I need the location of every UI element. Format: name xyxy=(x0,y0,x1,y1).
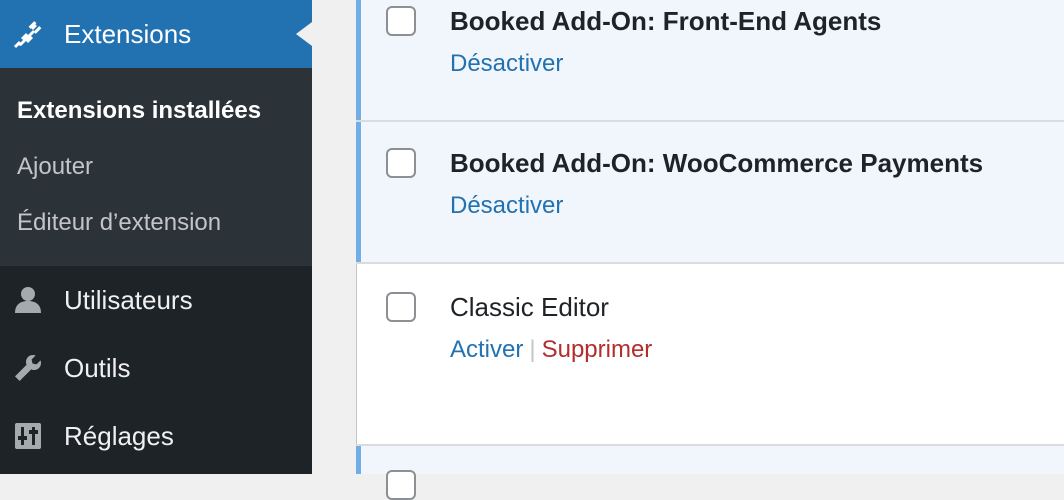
plugin-icon xyxy=(13,21,42,49)
plugin-select-checkbox[interactable] xyxy=(386,470,416,500)
sidebar-item-label: Outils xyxy=(64,353,131,383)
deactivate-link[interactable]: Désactiver xyxy=(450,50,563,77)
plugin-name: Booked Add-On: WooCommerce Payments xyxy=(450,148,984,178)
sidebar-item-tools[interactable]: Outils xyxy=(0,336,312,400)
plugin-actions: Désactiver xyxy=(450,190,563,222)
sidebar-item-label: Réglages xyxy=(64,421,174,451)
plugin-select-checkbox[interactable] xyxy=(386,292,416,322)
plugin-row xyxy=(356,446,1064,500)
sidebar-item-settings[interactable]: Réglages xyxy=(0,404,312,468)
plugin-row: Booked Add-On: WooCommerce Payments Désa… xyxy=(356,122,1064,262)
sidebar-item-label: Extensions xyxy=(64,19,192,49)
plugin-row: Classic Editor Activer | Supprimer xyxy=(356,264,1064,444)
delete-link[interactable]: Supprimer xyxy=(542,336,653,363)
submenu-item-add[interactable]: Ajouter xyxy=(17,151,93,183)
sidebar-item-extensions[interactable]: Extensions xyxy=(0,0,312,68)
activate-link[interactable]: Activer xyxy=(450,336,523,363)
admin-sidebar: Extensions Extensions installées Ajouter… xyxy=(0,0,312,474)
submenu-item-extension-editor[interactable]: Éditeur d’extension xyxy=(17,207,221,239)
current-menu-arrow xyxy=(296,22,312,46)
sidebar-item-users[interactable]: Utilisateurs xyxy=(0,268,312,332)
plugin-select-checkbox[interactable] xyxy=(386,148,416,178)
action-separator: | xyxy=(529,336,536,363)
plugin-row: Booked Add-On: Front-End Agents Désactiv… xyxy=(356,0,1064,120)
sidebar-item-label: Utilisateurs xyxy=(64,285,193,315)
plugin-name: Booked Add-On: Front-End Agents xyxy=(450,6,882,36)
plugin-actions: Activer | Supprimer xyxy=(450,334,652,366)
plugin-actions: Désactiver xyxy=(450,48,563,80)
wrench-icon xyxy=(15,355,41,381)
plugin-select-checkbox[interactable] xyxy=(386,6,416,36)
user-icon xyxy=(15,287,41,313)
extensions-submenu: Extensions installées Ajouter Éditeur d’… xyxy=(0,68,312,266)
deactivate-link[interactable]: Désactiver xyxy=(450,192,563,219)
plugin-name: Classic Editor xyxy=(450,292,609,322)
settings-sliders-icon xyxy=(15,423,41,449)
plugins-list: Booked Add-On: Front-End Agents Désactiv… xyxy=(312,0,1064,500)
submenu-item-installed-extensions[interactable]: Extensions installées xyxy=(17,95,261,127)
